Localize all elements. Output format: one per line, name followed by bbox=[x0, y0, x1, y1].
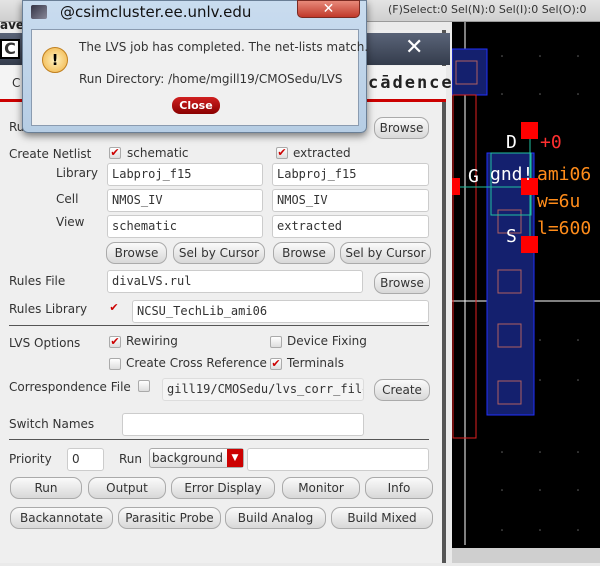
extracted-cell-input[interactable]: NMOS_IV bbox=[272, 189, 429, 212]
view-label: View bbox=[56, 215, 85, 229]
switch-names-input[interactable] bbox=[122, 413, 364, 436]
selection-status: (F)Select:0 Sel(N):0 Sel(I):0 Sel(O):0 bbox=[388, 3, 587, 16]
schematic-library-input[interactable]: Labproj_f15 bbox=[107, 163, 263, 186]
create-button[interactable]: Create bbox=[374, 379, 430, 401]
tab-fragment[interactable]: C bbox=[12, 76, 20, 90]
rules-library-input[interactable]: NCSU_TechLib_ami06 bbox=[132, 300, 429, 323]
extracted-library-input[interactable]: Labproj_f15 bbox=[272, 163, 429, 186]
cadence-logo: cādence bbox=[368, 73, 454, 93]
terminals-checkbox[interactable]: ✔ bbox=[270, 358, 282, 370]
rules-library-checkbox[interactable]: ✔ bbox=[108, 302, 120, 315]
chevron-down-icon[interactable]: ▼ bbox=[227, 449, 243, 467]
lvs-options-label: LVS Options bbox=[9, 336, 81, 350]
close-button[interactable]: Close bbox=[172, 97, 220, 114]
label-w: w=6u bbox=[537, 191, 580, 212]
error-display-button[interactable]: Error Display bbox=[171, 477, 275, 499]
build-analog-button[interactable]: Build Analog bbox=[225, 507, 326, 529]
label-gnd: gnd! bbox=[490, 164, 533, 185]
rules-file-label: Rules File bbox=[9, 274, 66, 288]
label-d: D bbox=[506, 132, 517, 153]
horizontal-scrollbar[interactable] bbox=[452, 548, 600, 563]
label-l: l=600 bbox=[537, 218, 591, 239]
correspondence-checkbox[interactable] bbox=[138, 380, 150, 392]
label-s: S bbox=[506, 226, 517, 247]
schematic-label: schematic bbox=[127, 146, 189, 160]
switch-names-label: Switch Names bbox=[9, 417, 95, 431]
schematic-checkbox[interactable]: ✔ bbox=[109, 147, 121, 159]
correspondence-file-input[interactable]: gill19/CMOSedu/lvs_corr_file bbox=[162, 378, 364, 401]
rules-file-browse-button[interactable]: Browse bbox=[374, 272, 430, 294]
run-extra-input[interactable] bbox=[247, 448, 429, 471]
dialog-close-x-button[interactable]: ✕ bbox=[297, 0, 360, 18]
schematic-view-input[interactable]: schematic bbox=[107, 215, 263, 238]
priority-label: Priority bbox=[9, 452, 52, 466]
label-model: ami06 bbox=[537, 164, 591, 185]
extracted-browse-button[interactable]: Browse bbox=[273, 242, 335, 264]
info-button[interactable]: Info bbox=[365, 477, 433, 499]
run-mode-select[interactable]: background ▼ bbox=[149, 448, 244, 468]
run-mode-value: background bbox=[152, 451, 223, 465]
extracted-sel-by-cursor-button[interactable]: Sel by Cursor bbox=[340, 242, 431, 264]
extracted-label: extracted bbox=[293, 146, 351, 160]
priority-input[interactable]: 0 bbox=[67, 448, 104, 471]
divider bbox=[9, 325, 429, 326]
label-zero: +0 bbox=[540, 132, 562, 153]
layout-canvas[interactable]: D G gnd! S +0 ami06 w=6u l=600 bbox=[451, 22, 600, 563]
monitor-button[interactable]: Monitor bbox=[282, 477, 360, 499]
extracted-checkbox[interactable]: ✔ bbox=[276, 147, 288, 159]
metal-rect bbox=[451, 48, 488, 96]
divider bbox=[9, 439, 429, 440]
label-g: G bbox=[468, 166, 479, 187]
schematic-sel-by-cursor-button[interactable]: Sel by Cursor bbox=[173, 242, 265, 264]
rules-library-label: Rules Library bbox=[9, 302, 88, 316]
terminals-label: Terminals bbox=[287, 356, 344, 370]
cell-label: Cell bbox=[56, 192, 79, 206]
pin-s bbox=[521, 236, 538, 253]
browse-rules-dir-button[interactable]: Browse bbox=[374, 117, 429, 139]
rewiring-checkbox[interactable]: ✔ bbox=[109, 336, 121, 348]
schematic-cell-input[interactable]: NMOS_IV bbox=[107, 189, 263, 212]
rewiring-label: Rewiring bbox=[126, 334, 178, 348]
output-button[interactable]: Output bbox=[88, 477, 166, 499]
dialog-message: The LVS job has completed. The net-lists… bbox=[79, 40, 369, 54]
dialog-body: ! The LVS job has completed. The net-lis… bbox=[31, 29, 368, 126]
backannotate-button[interactable]: Backannotate bbox=[10, 507, 113, 529]
app-icon bbox=[31, 5, 47, 19]
pin-d bbox=[521, 122, 538, 139]
build-mixed-button[interactable]: Build Mixed bbox=[331, 507, 433, 529]
library-label: Library bbox=[56, 166, 98, 180]
dialog-title: @csimcluster.ee.unlv.edu bbox=[60, 3, 252, 21]
lvs-complete-dialog: @csimcluster.ee.unlv.edu ✕ ! The LVS job… bbox=[22, 0, 368, 133]
cross-reference-label: Create Cross Reference bbox=[126, 356, 267, 370]
create-netlist-label: Create Netlist bbox=[9, 147, 92, 161]
layout-drawing: D G gnd! S +0 ami06 w=6u l=600 bbox=[451, 22, 600, 545]
cadence-app-icon: C bbox=[0, 39, 20, 59]
schematic-browse-button[interactable]: Browse bbox=[106, 242, 167, 264]
cross-reference-checkbox[interactable] bbox=[109, 358, 121, 370]
correspondence-file-label: Correspondence File bbox=[9, 380, 131, 394]
device-fixing-checkbox[interactable] bbox=[270, 336, 282, 348]
run-directory-text: Run Directory: /home/mgill19/CMOSedu/LVS bbox=[79, 72, 343, 86]
rules-file-input[interactable]: divaLVS.rul bbox=[107, 270, 363, 293]
run-button[interactable]: Run bbox=[10, 477, 82, 499]
device-fixing-label: Device Fixing bbox=[287, 334, 367, 348]
run-mode-label: Run bbox=[119, 452, 143, 466]
parasitic-probe-button[interactable]: Parasitic Probe bbox=[118, 507, 221, 529]
warning-icon: ! bbox=[42, 47, 68, 73]
form-close-icon[interactable]: ✕ bbox=[405, 35, 423, 60]
extracted-view-input[interactable]: extracted bbox=[272, 215, 429, 238]
